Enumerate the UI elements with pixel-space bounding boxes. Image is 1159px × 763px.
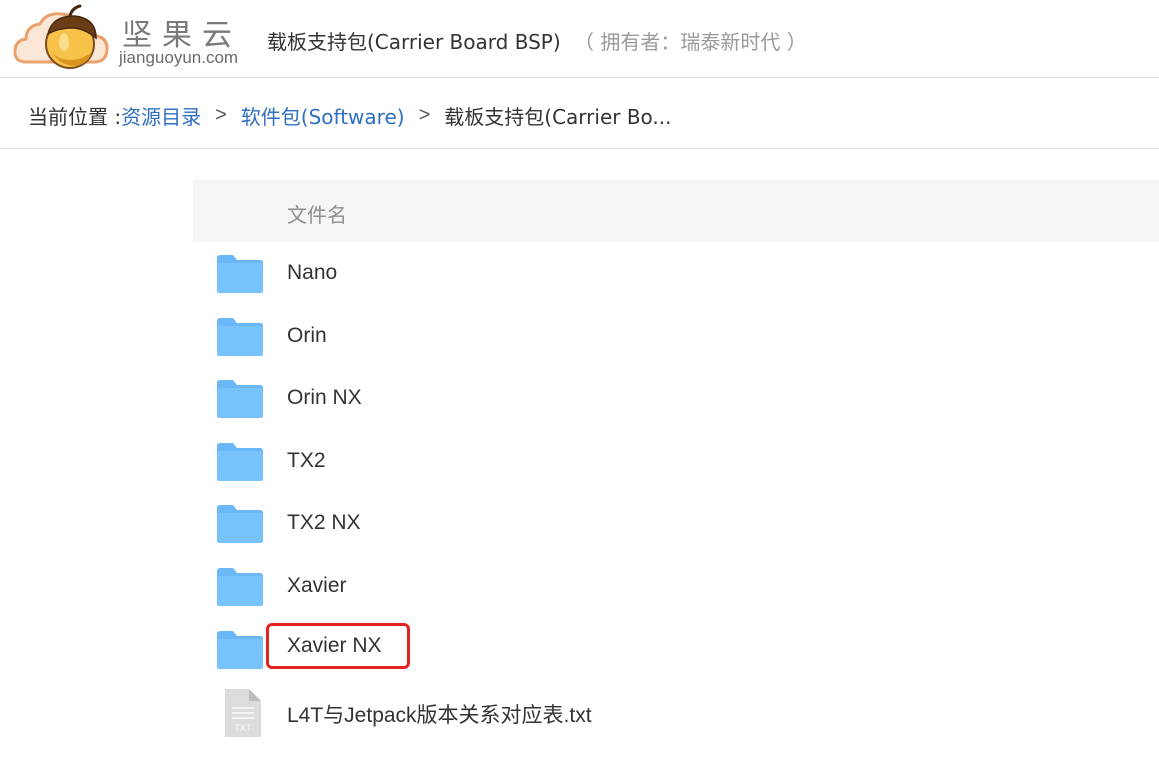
folder-icon [215, 565, 265, 609]
file-name[interactable]: Orin [287, 324, 327, 348]
text-file-icon: TXT [215, 689, 265, 738]
file-name[interactable]: Nano [287, 261, 337, 285]
file-list-rows: Nano Orin Orin NX TX2 TX2 NX Xavier Xavier NX T… [193, 242, 1159, 743]
top-header: 坚果云 jianguoyun.com 载板支持包(Carrier Board B… [0, 0, 1159, 78]
acorn-cloud-icon [13, 4, 109, 69]
folder-icon [215, 377, 265, 421]
file-name[interactable]: TX2 NX [287, 511, 361, 535]
folder-row[interactable]: Xavier NX [193, 618, 1159, 681]
txt-label: TXT [235, 723, 253, 733]
folder-row[interactable]: TX2 NX [193, 492, 1159, 555]
folder-row[interactable]: Nano [193, 242, 1159, 305]
folder-icon [215, 252, 265, 296]
breadcrumb-link-resources[interactable]: 资源目录 [121, 101, 201, 130]
table-header: 文件名 [193, 180, 1159, 242]
breadcrumb-link-software[interactable]: 软件包(Software) [241, 101, 405, 130]
folder-icon [215, 315, 265, 359]
breadcrumb-separator: > [215, 104, 227, 126]
file-list-table: 文件名 Nano Orin Orin NX TX2 TX2 NX Xavier Xavier… [193, 180, 1159, 743]
folder-icon [215, 440, 265, 484]
breadcrumb-separator: > [418, 104, 431, 126]
folder-icon [215, 628, 265, 672]
breadcrumb-current: 载板支持包(Carrier Bo... [444, 105, 672, 129]
jianguoyun-logo[interactable]: 坚果云 jianguoyun.com [12, 4, 252, 72]
folder-icon [215, 502, 265, 546]
logo-domain-text: jianguoyun.com [119, 48, 239, 67]
owner-info: （ 拥有者：瑞泰新时代 ） [574, 30, 807, 54]
file-name[interactable]: Xavier NX [266, 622, 410, 669]
folder-row[interactable]: Xavier [193, 555, 1159, 618]
file-row[interactable]: TXT L4T与Jetpack版本关系对应表.txt [193, 680, 1159, 743]
breadcrumb: 当前位置 : 资源目录 > 软件包(Software) > 载板支持包(Carr… [0, 78, 1159, 149]
file-name[interactable]: Xavier [287, 574, 347, 598]
file-name[interactable]: L4T与Jetpack版本关系对应表.txt [287, 699, 592, 729]
column-header-filename[interactable]: 文件名 [287, 199, 347, 228]
page-title: 载板支持包(Carrier Board BSP) [267, 30, 561, 54]
breadcrumb-prefix: 当前位置 : [28, 105, 122, 129]
file-name[interactable]: TX2 [287, 449, 326, 473]
folder-row[interactable]: TX2 [193, 430, 1159, 493]
folder-row[interactable]: Orin [193, 305, 1159, 368]
folder-row[interactable]: Orin NX [193, 367, 1159, 430]
file-name[interactable]: Orin NX [287, 386, 362, 410]
